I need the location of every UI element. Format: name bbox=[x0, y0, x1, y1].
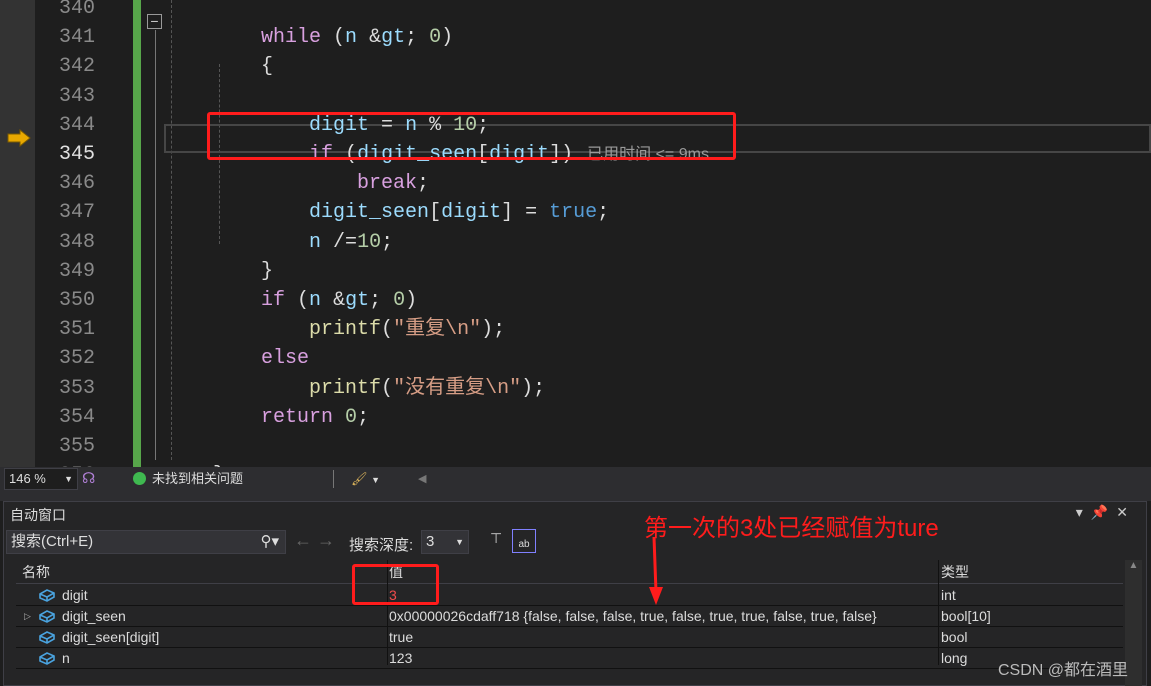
code-editor[interactable]: − 340 341 while (n &gt; 0) 342 {343 344 d… bbox=[0, 0, 1151, 467]
line-number: 351 bbox=[58, 318, 95, 342]
zoom-value: 146 % bbox=[9, 471, 46, 486]
variable-icon bbox=[39, 652, 55, 665]
row-value[interactable]: true bbox=[389, 627, 413, 647]
column-header-name[interactable]: 名称 bbox=[22, 560, 50, 584]
line-number: 354 bbox=[58, 405, 95, 429]
chevron-down-icon: ▼ bbox=[455, 537, 464, 547]
scroll-left-icon[interactable]: ◀ bbox=[418, 467, 426, 491]
code-line[interactable]: return 0; bbox=[165, 403, 369, 432]
search-placeholder: 搜索(Ctrl+E) bbox=[11, 533, 94, 550]
outline-line bbox=[155, 30, 156, 460]
code-cleanup-icon[interactable]: 🖌 ▼ bbox=[351, 467, 380, 491]
line-number: 352 bbox=[58, 347, 95, 371]
nav-arrows: ← → bbox=[294, 530, 335, 551]
code-line[interactable]: printf("没有重复\n"); bbox=[165, 374, 545, 403]
issues-text: 未找到相关问题 bbox=[152, 471, 244, 486]
annotation-box bbox=[352, 564, 439, 605]
scroll-up-icon[interactable]: ▲ bbox=[1125, 560, 1142, 571]
search-input[interactable]: 搜索(Ctrl+E) ⚲▾ bbox=[6, 530, 286, 554]
column-divider[interactable] bbox=[938, 560, 939, 665]
variable-icon bbox=[39, 589, 55, 602]
table-row[interactable]: ▷ digit_seen 0x00000026cdaff718 {false, fa… bbox=[16, 606, 1123, 627]
panel-controls: ▾📌✕ bbox=[1076, 504, 1136, 521]
line-number: 350 bbox=[58, 289, 95, 312]
forward-arrow-icon[interactable]: → bbox=[317, 530, 335, 550]
row-type: bool bbox=[941, 629, 968, 645]
line-number: 347 bbox=[58, 201, 95, 225]
code-line[interactable]: break; bbox=[165, 169, 429, 198]
code-line[interactable] bbox=[165, 432, 213, 461]
line-number: 345 bbox=[58, 143, 95, 166]
collapse-icon[interactable]: − bbox=[147, 14, 162, 29]
line-number: 353 bbox=[58, 376, 95, 400]
annotation-arrow bbox=[649, 537, 663, 605]
code-line[interactable]: n /=10; bbox=[165, 228, 393, 257]
line-number: 341 bbox=[58, 26, 95, 50]
current-statement-arrow-icon bbox=[7, 129, 31, 147]
code-line[interactable]: while (n &gt; 0) bbox=[165, 23, 453, 52]
variable-icon bbox=[39, 610, 55, 623]
search-icon[interactable]: ⚲▾ bbox=[260, 531, 279, 553]
depth-value: 3 bbox=[426, 533, 435, 550]
row-name: digit bbox=[62, 587, 88, 603]
code-line[interactable]: } bbox=[165, 257, 273, 286]
table-row[interactable]: digit 3 int bbox=[16, 585, 1123, 606]
indicator-margin[interactable] bbox=[0, 0, 35, 467]
issues-status[interactable]: 未找到相关问题 bbox=[133, 467, 243, 491]
divider bbox=[333, 470, 334, 488]
hex-display-toggle[interactable]: ab bbox=[512, 529, 536, 553]
zoom-dropdown[interactable]: 146 % ▼ bbox=[4, 468, 78, 490]
line-number: 344 bbox=[58, 113, 95, 137]
table-row[interactable]: digit_seen[digit] true bool bbox=[16, 627, 1123, 648]
row-name: n bbox=[62, 650, 70, 666]
line-number: 343 bbox=[58, 84, 95, 108]
dropdown-icon[interactable]: ▾ bbox=[1076, 504, 1091, 520]
row-type: int bbox=[941, 587, 956, 603]
line-number: 342 bbox=[58, 55, 95, 79]
pin-icon[interactable]: 📌 bbox=[1091, 504, 1116, 520]
row-type: bool[10] bbox=[941, 608, 991, 624]
check-icon bbox=[133, 472, 146, 485]
code-line[interactable]: if (n &gt; 0) bbox=[165, 286, 417, 315]
autos-window: 自动窗口 ▾📌✕ 搜索(Ctrl+E) ⚲▾ ← → 搜索深度: 3 ▼ ⊤ ab … bbox=[3, 501, 1147, 686]
editor-status-bar: 146 % ▼ ☊ 未找到相关问题 🖌 ▼ ◀ bbox=[0, 467, 1151, 491]
close-icon[interactable]: ✕ bbox=[1116, 504, 1136, 520]
code-line[interactable]: else bbox=[165, 344, 309, 373]
panel-title: 自动窗口 bbox=[10, 507, 66, 523]
row-value[interactable]: 0x00000026cdaff718 {false, false, false,… bbox=[389, 606, 877, 626]
annotation-box bbox=[207, 112, 736, 160]
column-header-type[interactable]: 类型 bbox=[941, 560, 969, 584]
line-number: 355 bbox=[58, 435, 95, 458]
code-line[interactable]: digit_seen[digit] = true; bbox=[165, 198, 609, 227]
change-tracking-bar bbox=[133, 0, 141, 467]
code-line[interactable]: { bbox=[165, 52, 273, 81]
line-number: 349 bbox=[58, 259, 95, 283]
line-number: 348 bbox=[58, 230, 95, 254]
row-name: digit_seen bbox=[62, 608, 126, 624]
row-type: long bbox=[941, 650, 968, 666]
splitter[interactable] bbox=[0, 491, 1151, 501]
intellicode-icon[interactable]: ☊ bbox=[82, 467, 95, 491]
code-line[interactable] bbox=[165, 0, 213, 23]
row-value[interactable]: 123 bbox=[389, 648, 412, 668]
pin-source-icon[interactable]: ⊤ bbox=[490, 530, 502, 547]
line-number: 346 bbox=[58, 172, 95, 196]
back-arrow-icon[interactable]: ← bbox=[294, 530, 312, 550]
code-line[interactable]: printf("重复\n"); bbox=[165, 315, 505, 344]
watermark: CSDN @都在酒里 bbox=[998, 662, 1129, 679]
annotation-text: 第一次的3处已经赋值为ture bbox=[644, 515, 939, 542]
header-row: 名称 值 类型 bbox=[16, 560, 1123, 584]
expand-icon[interactable]: ▷ bbox=[24, 606, 31, 626]
line-number: 340 bbox=[58, 0, 95, 20]
code-line[interactable] bbox=[165, 82, 213, 111]
depth-label: 搜索深度: bbox=[349, 537, 414, 554]
variable-icon bbox=[39, 631, 55, 644]
row-name: digit_seen[digit] bbox=[62, 629, 160, 645]
chevron-down-icon: ▼ bbox=[64, 474, 73, 484]
table-row[interactable]: n 123 long bbox=[16, 648, 1123, 669]
depth-dropdown[interactable]: 3 ▼ bbox=[421, 530, 469, 554]
